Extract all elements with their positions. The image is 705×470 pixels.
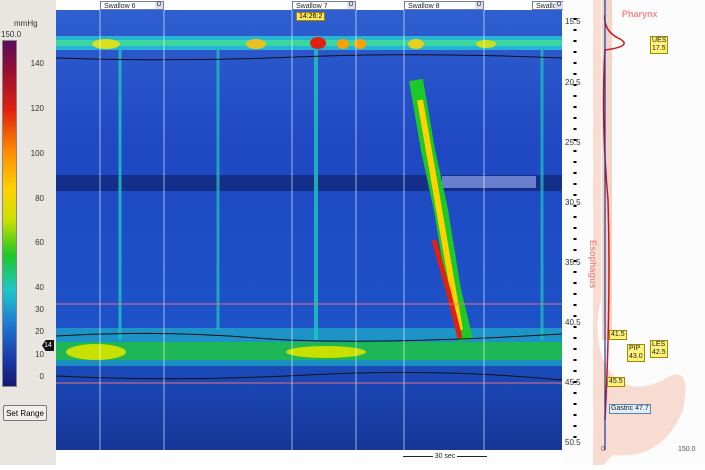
depth-marker-tag[interactable]: 41.5 (609, 330, 627, 340)
timecode-label: 14:26:2 (296, 12, 326, 21)
scale-tick: 100 (30, 149, 44, 158)
depth-label: 20.5 (565, 78, 581, 87)
profile-axis-min: 0 (601, 446, 605, 453)
gastric-tag[interactable]: Gastric 47.7 (609, 404, 651, 414)
scale-tick: 80 (35, 194, 44, 203)
swallow-toggle-icon[interactable]: O (155, 2, 163, 9)
pip-tag[interactable]: PIP 43.0 (627, 344, 645, 362)
depth-label: 45.5 (565, 378, 581, 387)
depth-label: 15.5 (565, 17, 581, 26)
swallow-label[interactable]: Swallow 7O (292, 1, 356, 10)
depth-label: 30.5 (565, 198, 581, 207)
swallow-label[interactable]: Swallow 9O (532, 1, 564, 19)
profile-axis-max: 150.0 (678, 446, 696, 453)
scale-tick: 30 (35, 305, 44, 314)
time-scale-bar: 30 sec (403, 452, 487, 461)
les-tag[interactable]: LES 42.5 (650, 340, 668, 358)
anatomy-profile-panel[interactable] (563, 0, 705, 465)
scale-tick: 10 (35, 350, 44, 359)
scale-max: 150.0 (1, 30, 22, 39)
swallow-label[interactable]: Swallow 8O (404, 1, 484, 10)
swallow-toggle-icon[interactable]: O (475, 2, 483, 9)
esophagus-label: Esophagus (588, 240, 598, 289)
scale-tick: 60 (35, 238, 44, 247)
scale-tick: 120 (30, 104, 44, 113)
pressure-topography-plot[interactable] (56, 10, 562, 458)
pressure-colorbar (2, 40, 17, 387)
swallow-toggle-icon[interactable]: O (347, 2, 355, 9)
set-range-button[interactable]: Set Range (3, 405, 47, 421)
swallow-toggle-icon[interactable]: O (555, 2, 563, 9)
depth-label: 40.5 (565, 318, 581, 327)
depth-label: 50.5 (565, 438, 581, 447)
scale-tick: 20 (35, 327, 44, 336)
depth-marker-tag[interactable]: 45.5 (607, 377, 625, 387)
depth-label: 25.5 (565, 138, 581, 147)
ues-tag[interactable]: UES 17.5 (650, 36, 669, 54)
scale-tick: 40 (35, 283, 44, 292)
scale-tick: 140 (30, 59, 44, 68)
pressure-scale-panel: 150.0 mmHg 140 120 100 80 60 40 30 20 10… (0, 0, 57, 465)
depth-label: 35.5 (565, 258, 581, 267)
pharynx-label: Pharynx (622, 9, 658, 19)
esophagus-diagram (573, 0, 686, 465)
swallow-label[interactable]: Swallow 6O (100, 1, 164, 10)
scale-tick: 0 (39, 372, 44, 381)
topography-image (56, 10, 562, 458)
scale-unit: mmHg (14, 19, 38, 28)
